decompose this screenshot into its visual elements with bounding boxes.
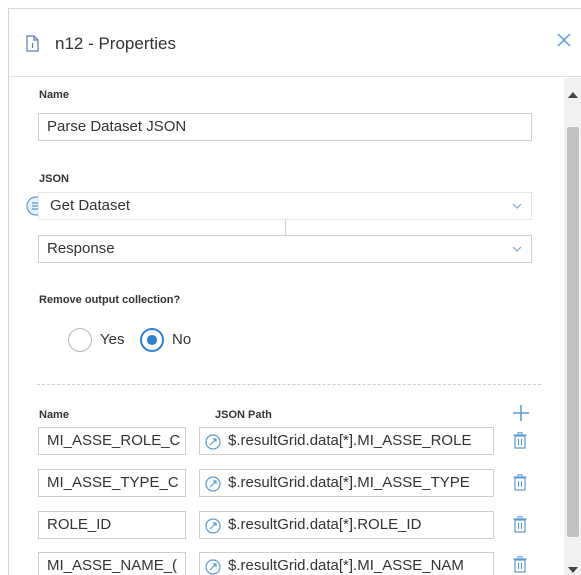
- chevron-down-icon: [512, 246, 522, 252]
- properties-panel: n12 - Properties Name Parse Dataset JSON…: [8, 8, 581, 575]
- close-icon[interactable]: [555, 31, 573, 49]
- name-label: Name: [39, 89, 69, 101]
- chevron-down-icon: [512, 203, 522, 209]
- section-divider: [37, 384, 541, 385]
- yes-radio-label[interactable]: Yes: [100, 331, 124, 348]
- path-icon: [205, 559, 221, 575]
- trash-icon[interactable]: [513, 474, 527, 491]
- panel-title: n12 - Properties: [55, 34, 176, 53]
- mapping-name-input[interactable]: MI_ASSE_TYPE_C: [38, 469, 186, 497]
- scrollbar-thumb[interactable]: [567, 127, 579, 537]
- mapping-path-text: $.resultGrid.data[*].ROLE_ID: [228, 516, 422, 533]
- connector-line: [285, 220, 286, 236]
- json-path-column-header: JSON Path: [215, 409, 272, 421]
- path-icon: [205, 518, 221, 534]
- mapping-name-input[interactable]: MI_ASSE_NAME_(: [38, 552, 186, 575]
- mapping-path-input[interactable]: $.resultGrid.data[*].MI_ASSE_ROLE: [199, 427, 494, 455]
- no-radio[interactable]: [140, 328, 164, 352]
- document-icon: [26, 35, 39, 52]
- mapping-path-text: $.resultGrid.data[*].MI_ASSE_NAM: [228, 557, 464, 574]
- mapping-path-text: $.resultGrid.data[*].MI_ASSE_TYPE: [228, 474, 470, 491]
- mapping-path-input[interactable]: $.resultGrid.data[*].MI_ASSE_TYPE: [199, 469, 494, 497]
- mapping-name-input[interactable]: ROLE_ID: [38, 511, 186, 539]
- path-icon: [205, 476, 221, 492]
- no-radio-label[interactable]: No: [172, 331, 191, 348]
- path-icon: [205, 434, 221, 450]
- vertical-scrollbar[interactable]: [564, 78, 581, 575]
- json-label: JSON: [39, 173, 69, 185]
- panel-header: n12 - Properties: [9, 9, 581, 77]
- remove-output-label: Remove output collection?: [39, 294, 181, 306]
- mapping-path-text: $.resultGrid.data[*].MI_ASSE_ROLE: [228, 432, 472, 449]
- add-row-icon[interactable]: [512, 404, 530, 422]
- json-source-select[interactable]: Get Dataset: [38, 192, 532, 220]
- scroll-up-icon[interactable]: [568, 92, 578, 98]
- scroll-down-icon[interactable]: [568, 567, 578, 573]
- name-input[interactable]: Parse Dataset JSON: [38, 113, 532, 141]
- json-property-select[interactable]: Response: [38, 235, 532, 263]
- mapping-name-input[interactable]: MI_ASSE_ROLE_C: [38, 427, 186, 455]
- mapping-path-input[interactable]: $.resultGrid.data[*].MI_ASSE_NAM: [199, 552, 494, 575]
- yes-radio[interactable]: [68, 328, 92, 352]
- mapping-path-input[interactable]: $.resultGrid.data[*].ROLE_ID: [199, 511, 494, 539]
- name-column-header: Name: [39, 409, 69, 421]
- trash-icon[interactable]: [513, 556, 527, 573]
- trash-icon[interactable]: [513, 432, 527, 449]
- trash-icon[interactable]: [513, 516, 527, 533]
